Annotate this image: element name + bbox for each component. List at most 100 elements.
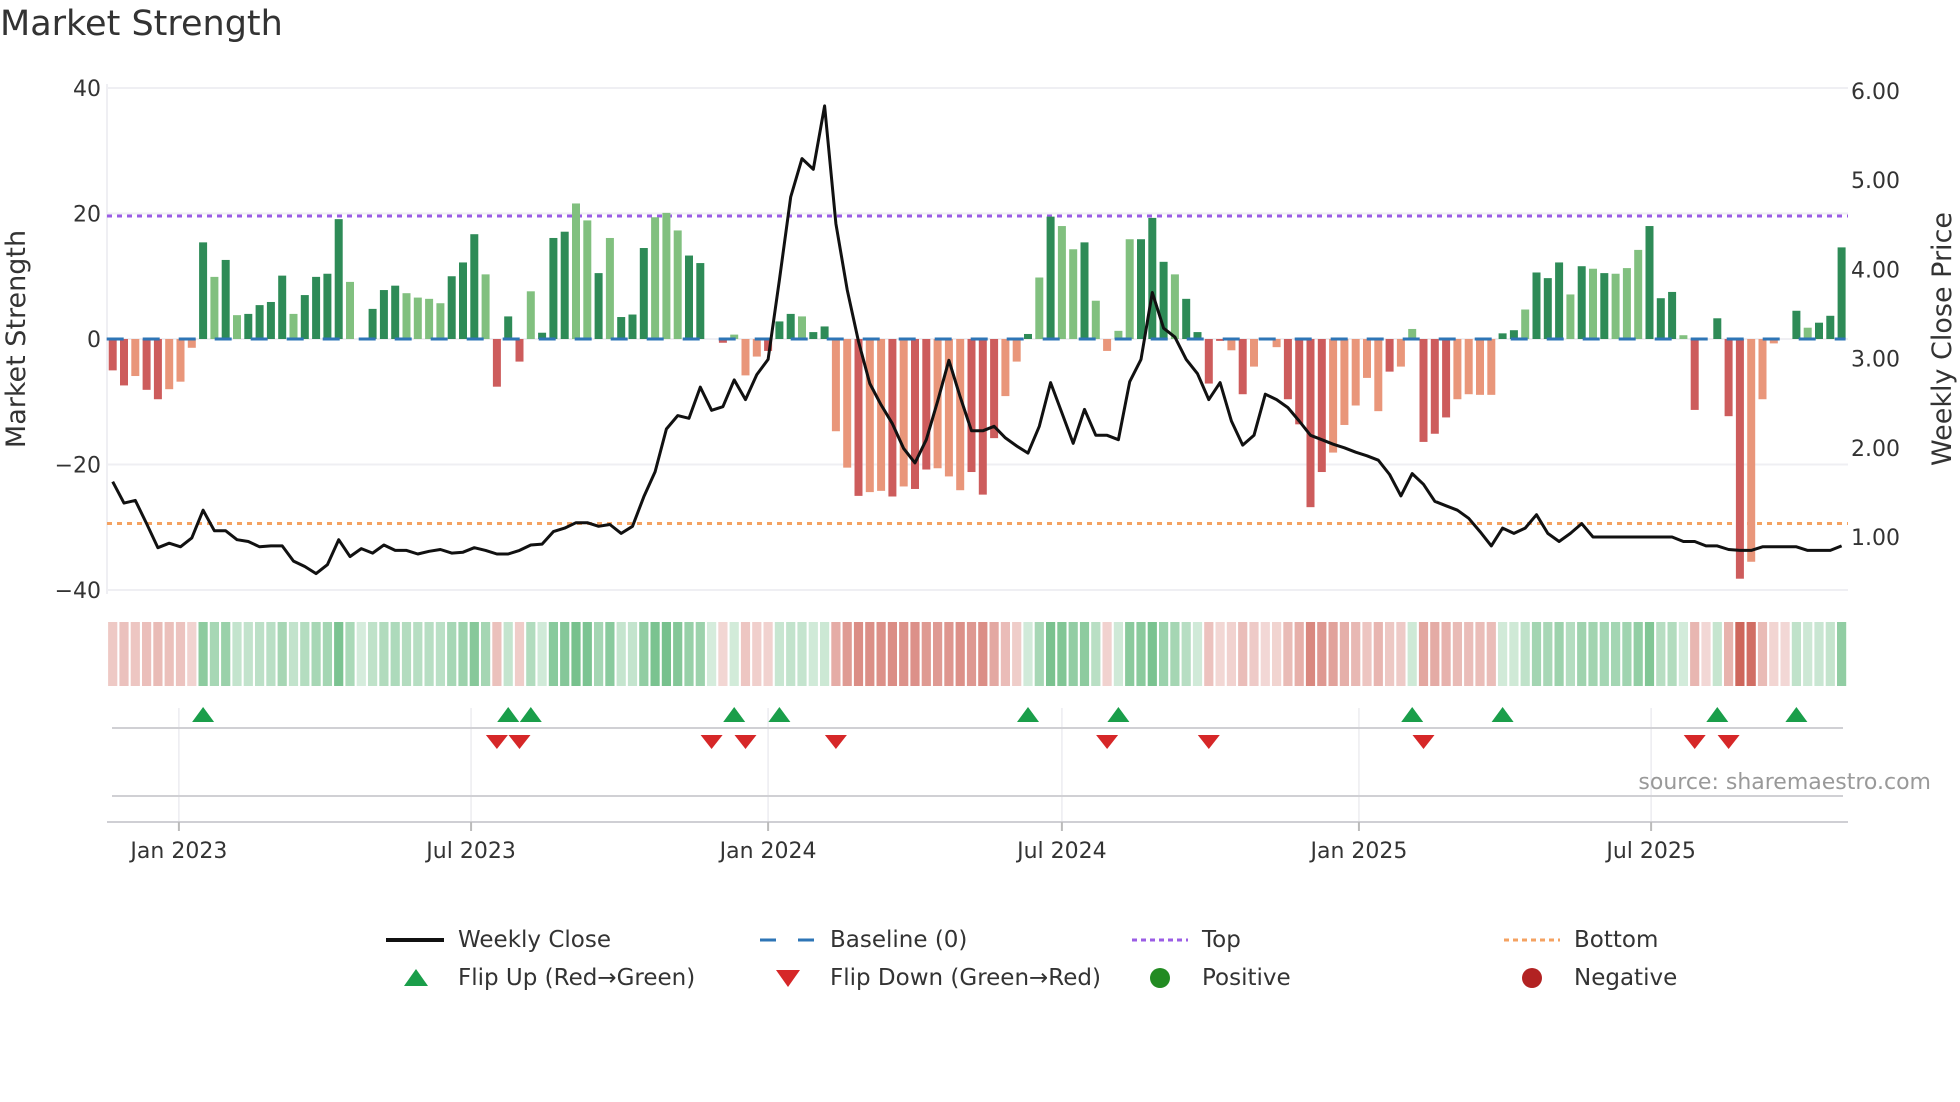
negative-bar bbox=[1487, 339, 1496, 395]
heat-cell bbox=[345, 622, 355, 686]
heat-cell bbox=[390, 622, 400, 686]
heat-cell bbox=[1565, 622, 1575, 686]
positive-bar bbox=[651, 217, 660, 339]
negative-bar bbox=[153, 339, 162, 400]
positive-bar bbox=[1622, 268, 1631, 339]
heat-cell bbox=[1803, 622, 1813, 686]
negative-bar bbox=[854, 339, 863, 496]
heat-cell bbox=[1305, 622, 1316, 686]
heat-cell bbox=[413, 622, 423, 686]
heat-cell bbox=[865, 622, 875, 686]
negative-bar bbox=[1329, 339, 1338, 453]
positive-bar bbox=[1182, 298, 1191, 339]
flip-down-marker bbox=[508, 735, 531, 749]
heat-cell bbox=[198, 622, 208, 686]
negative-bar bbox=[1758, 339, 1767, 400]
heat-cell bbox=[673, 622, 683, 686]
y-tick-label: −20 bbox=[55, 454, 101, 479]
y2-axis-title: Weekly Close Price bbox=[1927, 212, 1958, 466]
heat-cell bbox=[311, 622, 321, 686]
heat-cell bbox=[560, 622, 570, 686]
negative-bar bbox=[1385, 339, 1394, 372]
positive-bar bbox=[1408, 328, 1417, 339]
heat-cell bbox=[175, 622, 186, 686]
y-tick-label: −40 bbox=[55, 579, 101, 604]
heat-cell bbox=[740, 622, 751, 686]
positive-bar bbox=[413, 297, 422, 339]
positive-bar bbox=[1815, 322, 1823, 339]
heat-cell bbox=[1531, 622, 1542, 686]
heat-cell bbox=[1204, 622, 1214, 686]
heat-cell bbox=[1577, 622, 1587, 686]
x-tick-label: Jul 2024 bbox=[1015, 839, 1107, 864]
heat-cell bbox=[1136, 622, 1146, 686]
heat-cell bbox=[1735, 622, 1745, 686]
heat-cell bbox=[684, 622, 694, 686]
heat-cell bbox=[1215, 622, 1225, 686]
negative-bar bbox=[1690, 339, 1699, 410]
negative-bar bbox=[1442, 339, 1451, 418]
positive-bar bbox=[605, 237, 614, 339]
positive-bar bbox=[402, 293, 411, 339]
positive-bar bbox=[1035, 277, 1044, 339]
positive-bar bbox=[628, 314, 637, 339]
heat-cell bbox=[469, 622, 479, 686]
heat-cell bbox=[933, 622, 943, 686]
heat-cell bbox=[1475, 622, 1485, 686]
heat-cell bbox=[639, 622, 649, 686]
negative-bar bbox=[1340, 339, 1349, 425]
positive-bar bbox=[1170, 274, 1179, 339]
heat-cell bbox=[548, 622, 558, 686]
negative-bar bbox=[1430, 339, 1439, 434]
positive-bar bbox=[368, 308, 377, 339]
positive-bar bbox=[266, 301, 275, 339]
positive-bar bbox=[685, 255, 693, 339]
y2-tick-label: 3.00 bbox=[1851, 348, 1900, 373]
x-tick-label: Jul 2025 bbox=[1604, 839, 1696, 864]
flip-down-marker bbox=[700, 735, 723, 749]
flip-up-marker bbox=[1491, 707, 1514, 722]
heat-cell bbox=[119, 622, 129, 686]
positive-bar bbox=[346, 281, 354, 339]
heat-cell bbox=[1249, 622, 1259, 686]
positive-bar bbox=[1634, 249, 1643, 339]
heat-cell bbox=[707, 622, 717, 686]
flip-down-marker bbox=[1096, 735, 1119, 749]
negative-bar bbox=[1317, 339, 1326, 473]
heat-cell bbox=[1328, 622, 1338, 686]
y2-tick-label: 4.00 bbox=[1851, 258, 1900, 283]
heat-cell bbox=[1633, 622, 1643, 686]
positive-bar bbox=[1668, 291, 1677, 339]
flip-down-marker bbox=[485, 735, 508, 749]
negative-bar bbox=[1419, 339, 1428, 442]
positive-bar bbox=[221, 259, 230, 339]
y-tick-label: 20 bbox=[73, 203, 101, 228]
heat-cell bbox=[1690, 622, 1700, 686]
heat-cell bbox=[447, 622, 457, 686]
flip-down-marker bbox=[1717, 735, 1740, 749]
heat-cell bbox=[1430, 622, 1440, 686]
flip-up-marker bbox=[192, 707, 215, 722]
negative-bar bbox=[911, 339, 919, 489]
heat-cell bbox=[334, 622, 344, 686]
flip-up-marker bbox=[519, 707, 542, 722]
heat-cell bbox=[853, 622, 864, 686]
reference-lines bbox=[107, 214, 1848, 525]
heat-cell bbox=[1385, 622, 1395, 686]
negative-bar bbox=[1295, 339, 1304, 425]
heat-cell bbox=[164, 622, 174, 686]
heat-cell bbox=[514, 622, 525, 686]
heat-cell bbox=[1339, 622, 1349, 686]
heat-cell bbox=[130, 622, 140, 686]
flip-up-marker bbox=[723, 707, 746, 722]
positive-bar bbox=[1125, 239, 1134, 339]
heat-cell bbox=[1068, 622, 1078, 686]
heat-cell bbox=[1837, 622, 1847, 686]
heat-cell bbox=[605, 622, 615, 686]
heat-cell bbox=[876, 622, 886, 686]
positive-bar bbox=[289, 313, 298, 339]
negative-bar bbox=[831, 339, 840, 432]
heat-cell bbox=[537, 622, 547, 686]
heat-cell bbox=[718, 622, 728, 686]
negative-bar bbox=[176, 339, 185, 382]
